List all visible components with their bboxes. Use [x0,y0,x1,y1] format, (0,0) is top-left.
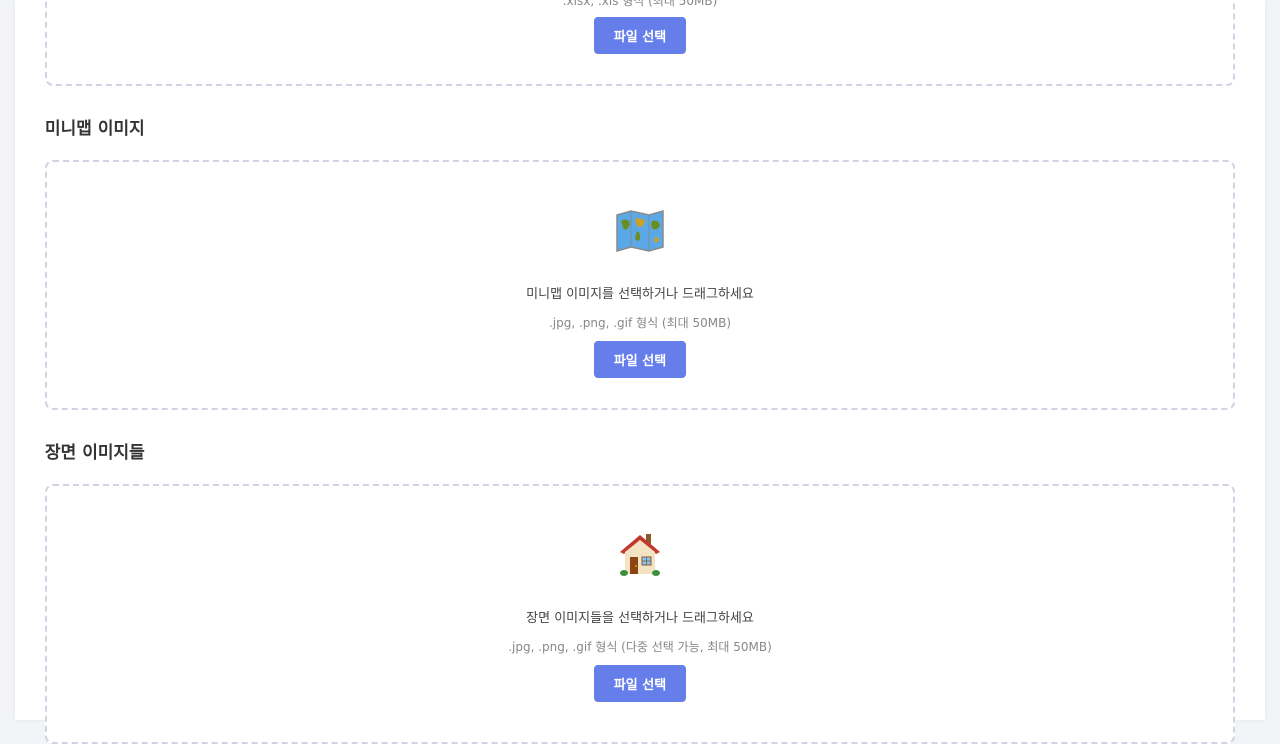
minimap-section-title: 미니맵 이미지 [45,119,145,139]
scene-section-title: 장면 이미지들 [45,443,145,463]
scene-drop-zone[interactable]: 장면 이미지들을 선택하거나 드래그하세요 .jpg, .png, .gif 형… [45,484,1235,744]
excel-format-hint: .xlsx, .xls 형식 (최대 50MB) [562,0,718,8]
scene-format-hint: .jpg, .png, .gif 형식 (다중 선택 가능, 최대 50MB) [508,640,772,654]
scene-file-select-button[interactable]: 파일 선택 [594,665,686,702]
excel-drop-zone[interactable]: .xlsx, .xls 형식 (최대 50MB) 파일 선택 [45,0,1235,86]
excel-file-select-button[interactable]: 파일 선택 [594,17,686,54]
scene-drop-prompt: 장면 이미지들을 선택하거나 드래그하세요 [526,611,754,626]
minimap-file-select-button[interactable]: 파일 선택 [594,341,686,378]
house-icon [47,526,1233,578]
minimap-drop-zone[interactable]: 미니맵 이미지를 선택하거나 드래그하세요 .jpg, .png, .gif 형… [45,160,1235,410]
world-map-icon [47,203,1233,253]
minimap-format-hint: .jpg, .png, .gif 형식 (최대 50MB) [548,316,732,330]
minimap-drop-prompt: 미니맵 이미지를 선택하거나 드래그하세요 [526,287,754,302]
upload-page: .xlsx, .xls 형식 (최대 50MB) 파일 선택 미니맵 이미지 미… [15,0,1265,744]
